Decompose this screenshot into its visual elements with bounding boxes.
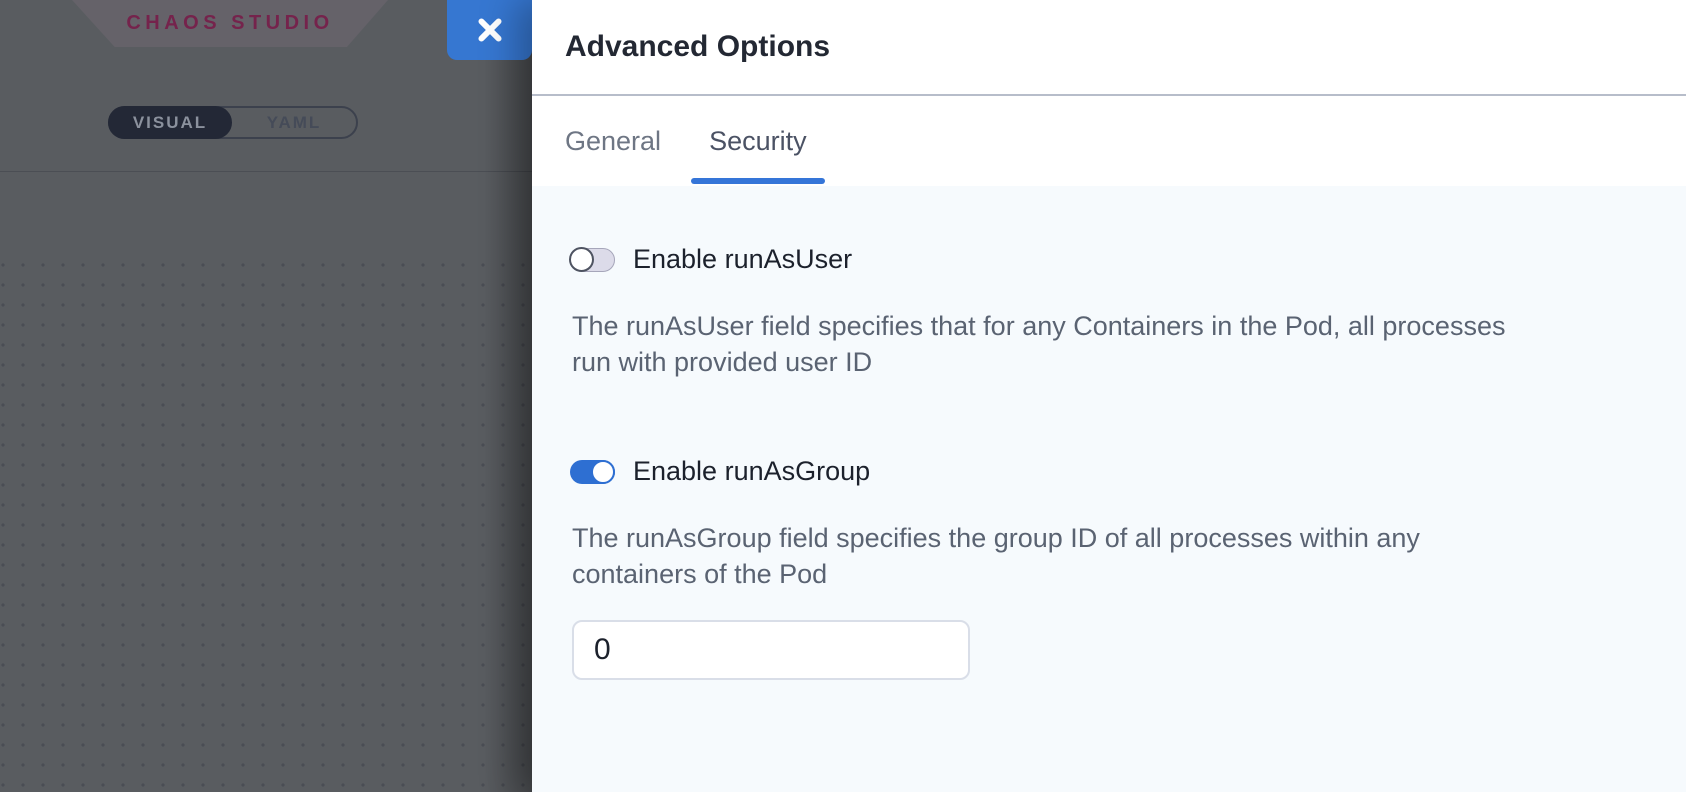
canvas-backdrop: CHAOS STUDIO VISUAL YAML: [0, 0, 532, 792]
run-as-user-description: The runAsUser field specifies that for a…: [572, 308, 1606, 380]
drawer-title: Advanced Options: [565, 30, 830, 64]
toggle-knob: [569, 247, 594, 272]
toolbar-divider: [0, 171, 532, 172]
close-button[interactable]: [447, 0, 532, 60]
active-tab-indicator: [691, 178, 825, 184]
run-as-group-description: The runAsGroup field specifies the group…: [572, 520, 1606, 592]
dot-grid-canvas: [0, 250, 532, 792]
yaml-mode-button[interactable]: YAML: [232, 108, 356, 137]
close-icon: [475, 15, 505, 45]
drawer-header: Advanced Options: [532, 0, 1686, 96]
advanced-options-drawer: Advanced Options General Security Enable…: [532, 0, 1686, 792]
run-as-group-row: Enable runAsGroup: [570, 456, 1606, 487]
run-as-group-value-input[interactable]: [572, 620, 970, 680]
drawer-tabbar: General Security: [532, 96, 1686, 186]
visual-mode-button[interactable]: VISUAL: [108, 106, 232, 139]
brand-badge: CHAOS STUDIO: [72, 0, 388, 47]
security-tab-panel: Enable runAsUser The runAsUser field spe…: [532, 186, 1686, 792]
toggle-knob: [591, 460, 615, 484]
run-as-user-label: Enable runAsUser: [633, 244, 852, 275]
run-as-user-toggle[interactable]: [570, 248, 615, 272]
run-as-user-row: Enable runAsUser: [570, 244, 1606, 275]
visual-yaml-toggle: VISUAL YAML: [108, 106, 358, 139]
run-as-group-label: Enable runAsGroup: [633, 456, 870, 487]
run-as-group-toggle[interactable]: [570, 460, 615, 484]
tab-security[interactable]: Security: [691, 96, 825, 186]
tab-general[interactable]: General: [547, 96, 679, 186]
tab-security-label: Security: [709, 126, 807, 157]
screen: CHAOS STUDIO VISUAL YAML Advanced Option…: [0, 0, 1686, 792]
brand-badge-label: CHAOS STUDIO: [126, 12, 333, 35]
